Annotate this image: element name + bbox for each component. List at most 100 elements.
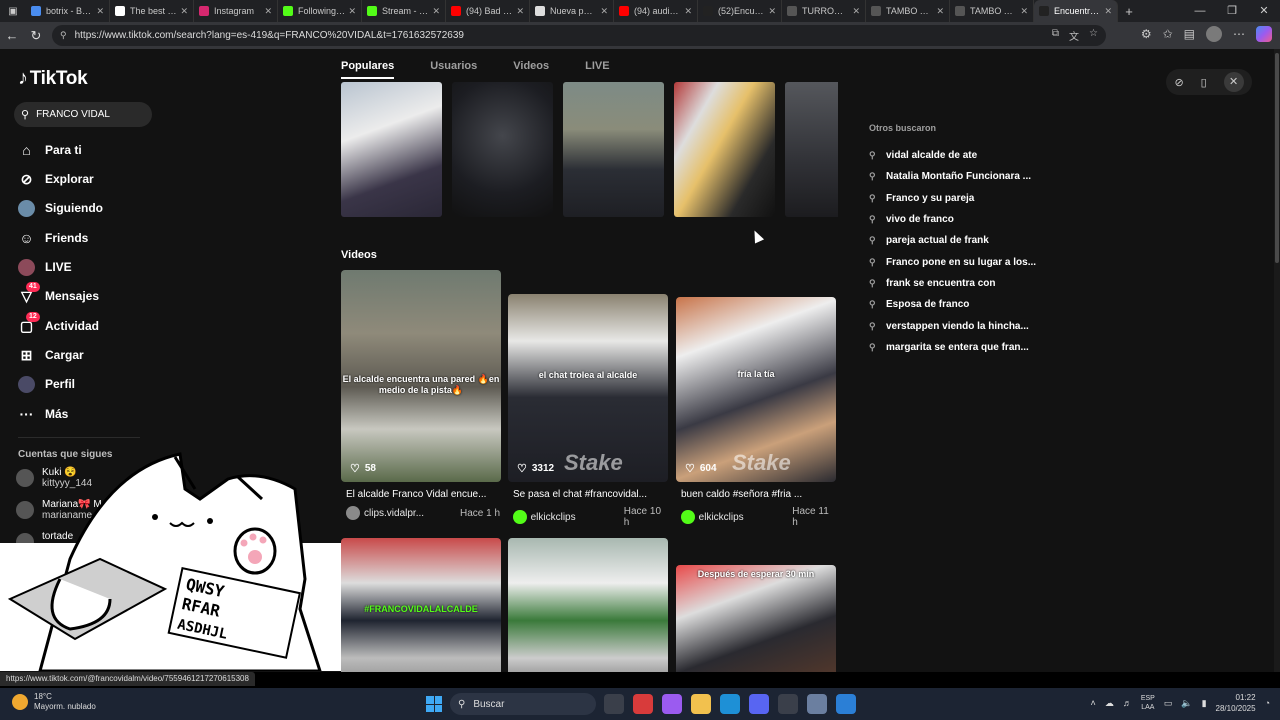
browser-tab[interactable]: Instagram ✕: [194, 0, 278, 22]
store-icon[interactable]: [633, 694, 653, 714]
browser-tab[interactable]: botrix - Búsq ✕: [26, 0, 110, 22]
chevron-up-icon[interactable]: ˄: [1091, 698, 1096, 708]
file-explorer-icon[interactable]: [691, 694, 711, 714]
browser-tab[interactable]: The best Ch ✕: [110, 0, 194, 22]
tab-usuarios[interactable]: Usuarios: [430, 60, 477, 72]
sidebar-item-2[interactable]: Siguiendo: [18, 197, 103, 219]
maximize-icon[interactable]: ❐: [1216, 0, 1248, 22]
sidebar-item-9[interactable]: ··· Más: [18, 403, 69, 425]
sidebar-item-0[interactable]: ⌂ Para ti: [18, 139, 81, 161]
settings-app-icon[interactable]: [807, 694, 827, 714]
related-search-item[interactable]: ⚲ pareja actual de frank: [869, 230, 1036, 251]
translate-icon[interactable]: 文: [1069, 28, 1079, 43]
windows-start-icon[interactable]: [426, 696, 442, 712]
video-title[interactable]: Se pasa el chat #francovidal...: [508, 489, 668, 500]
browser-tab[interactable]: (52)Encuent ✕: [698, 0, 782, 22]
related-search-item[interactable]: ⚲ Franco pone en su lugar a los...: [869, 251, 1036, 272]
collections-icon[interactable]: ▤: [1184, 27, 1195, 41]
task-view-icon[interactable]: [604, 694, 624, 714]
tab-close-icon[interactable]: ✕: [432, 6, 440, 17]
extension-icon[interactable]: ⚙: [1141, 27, 1152, 41]
tab-close-icon[interactable]: ✕: [1020, 6, 1028, 17]
mic-icon[interactable]: ♬: [1123, 698, 1132, 708]
network-icon[interactable]: ▭: [1164, 698, 1173, 709]
video-card[interactable]: El alcalde encuentra una pared 🔥en medio…: [341, 270, 501, 520]
sidebar-item-8[interactable]: Perfil: [18, 373, 75, 395]
page-scrollbar[interactable]: [1274, 49, 1280, 672]
video-card[interactable]: fría la tía Stake ♡ 604 buen caldo #señora #…: [676, 297, 836, 528]
tab-close-icon[interactable]: ✕: [348, 6, 356, 17]
tab-close-icon[interactable]: ✕: [936, 6, 944, 17]
video-title[interactable]: El alcalde Franco Vidal encue...: [341, 489, 501, 500]
browser-tab[interactable]: (94) Bad Bun✕: [446, 0, 530, 22]
tab-close-icon[interactable]: ✕: [180, 6, 188, 17]
close-tool-icon[interactable]: ✕: [1223, 72, 1244, 92]
strip-video-thumb[interactable]: [341, 82, 442, 217]
compass-tool-icon[interactable]: ⊘: [1174, 76, 1183, 89]
notification-icon[interactable]: ◔: [1265, 698, 1270, 708]
language-indicator[interactable]: ESP LAA: [1141, 694, 1155, 712]
tiktok-logo[interactable]: ♪ TikTok: [18, 67, 88, 90]
sidebar-item-4[interactable]: LIVE: [18, 256, 72, 278]
browser-tab[interactable]: Nueva pesta ✕: [530, 0, 614, 22]
related-search-item[interactable]: ⚲ Natalia Montaño Funcionara ...: [869, 166, 1036, 187]
browser-tab[interactable]: Encuentra "F ✕: [1034, 0, 1118, 22]
video-thumbnail[interactable]: Después de esperar 30 min: [676, 565, 836, 672]
search-input[interactable]: ⚲ FRANCO VIDAL: [14, 102, 152, 127]
avatar[interactable]: [513, 510, 527, 524]
app-icon[interactable]: [836, 694, 856, 714]
strip-video-thumb[interactable]: [674, 82, 775, 217]
browser-tab[interactable]: TAMBO TUR ✕: [866, 0, 950, 22]
avatar[interactable]: [346, 506, 360, 520]
minimize-icon[interactable]: —: [1184, 0, 1216, 22]
video-author[interactable]: elkickclips: [699, 512, 793, 523]
window-menu-icon[interactable]: ▣: [0, 0, 26, 22]
obs-icon[interactable]: [778, 694, 798, 714]
video-card[interactable]: [508, 538, 668, 672]
video-thumbnail[interactable]: fría la tía Stake ♡ 604: [676, 297, 836, 482]
clock[interactable]: 01:22 28/10/2025: [1216, 692, 1256, 714]
favorites-icon[interactable]: ✩: [1163, 27, 1173, 41]
video-thumbnail[interactable]: el chat trolea al alcalde Stake ♡ 3312: [508, 294, 668, 482]
bookmark-star-icon[interactable]: ☆: [1089, 28, 1098, 43]
sidebar-item-7[interactable]: ⊞ Cargar: [18, 344, 84, 366]
onedrive-icon[interactable]: ☁: [1105, 698, 1114, 709]
related-search-item[interactable]: ⚲ verstappen viendo la hincha...: [869, 315, 1036, 336]
related-search-item[interactable]: ⚲ frank se encuentra con: [869, 273, 1036, 294]
video-author[interactable]: clips.vidalpr...: [364, 508, 460, 519]
tab-close-icon[interactable]: ✕: [516, 6, 524, 17]
browser-tab[interactable]: TAMBO TUR ✕: [950, 0, 1034, 22]
tab-close-icon[interactable]: ✕: [768, 6, 776, 17]
sidebar-item-5[interactable]: ▽ 41 Mensajes: [18, 281, 99, 307]
sidebar-item-6[interactable]: ▢ 12 Actividad: [18, 311, 99, 337]
tab-close-icon[interactable]: ✕: [96, 6, 104, 17]
related-search-item[interactable]: ⚲ vivo de franco: [869, 209, 1036, 230]
back-icon[interactable]: ←: [0, 22, 24, 49]
video-card[interactable]: el chat trolea al alcalde Stake ♡ 3312 Se pa…: [508, 294, 668, 528]
avatar[interactable]: [681, 510, 695, 524]
open-in-app-icon[interactable]: ⧉: [1052, 28, 1059, 43]
edge-icon[interactable]: [720, 694, 740, 714]
tab-close-icon[interactable]: ✕: [684, 6, 692, 17]
video-title[interactable]: buen caldo #señora #fria ...: [676, 489, 836, 500]
reload-icon[interactable]: ↻: [24, 22, 48, 49]
video-thumbnail[interactable]: #FRANCOVIDALALCALDE: [341, 538, 501, 672]
tab-close-icon[interactable]: ✕: [264, 6, 272, 17]
tab-videos[interactable]: Videos: [513, 60, 549, 72]
menu-dots-icon[interactable]: ⋯: [1233, 27, 1245, 41]
taskbar-search[interactable]: ⚲ Buscar: [450, 693, 596, 715]
tab-close-icon[interactable]: ✕: [852, 6, 860, 17]
video-thumbnail[interactable]: El alcalde encuentra una pared 🔥en medio…: [341, 270, 501, 482]
strip-video-thumb[interactable]: [452, 82, 553, 217]
video-thumbnail[interactable]: [508, 538, 668, 672]
related-search-item[interactable]: ⚲ Franco y su pareja: [869, 188, 1036, 209]
tab-live[interactable]: LIVE: [585, 60, 609, 72]
browser-tab[interactable]: Following - K ✕: [278, 0, 362, 22]
video-card[interactable]: #FRANCOVIDALALCALDE: [341, 538, 501, 672]
tab-close-icon[interactable]: ✕: [1104, 6, 1112, 17]
video-author[interactable]: elkickclips: [531, 512, 624, 523]
url-field[interactable]: ⚲ https://www.tiktok.com/search?lang=es-…: [52, 25, 1106, 46]
tab-populares[interactable]: Populares: [341, 60, 395, 79]
related-search-item[interactable]: ⚲ margarita se entera que fran...: [869, 337, 1036, 358]
strip-video-thumb[interactable]: [785, 82, 838, 217]
